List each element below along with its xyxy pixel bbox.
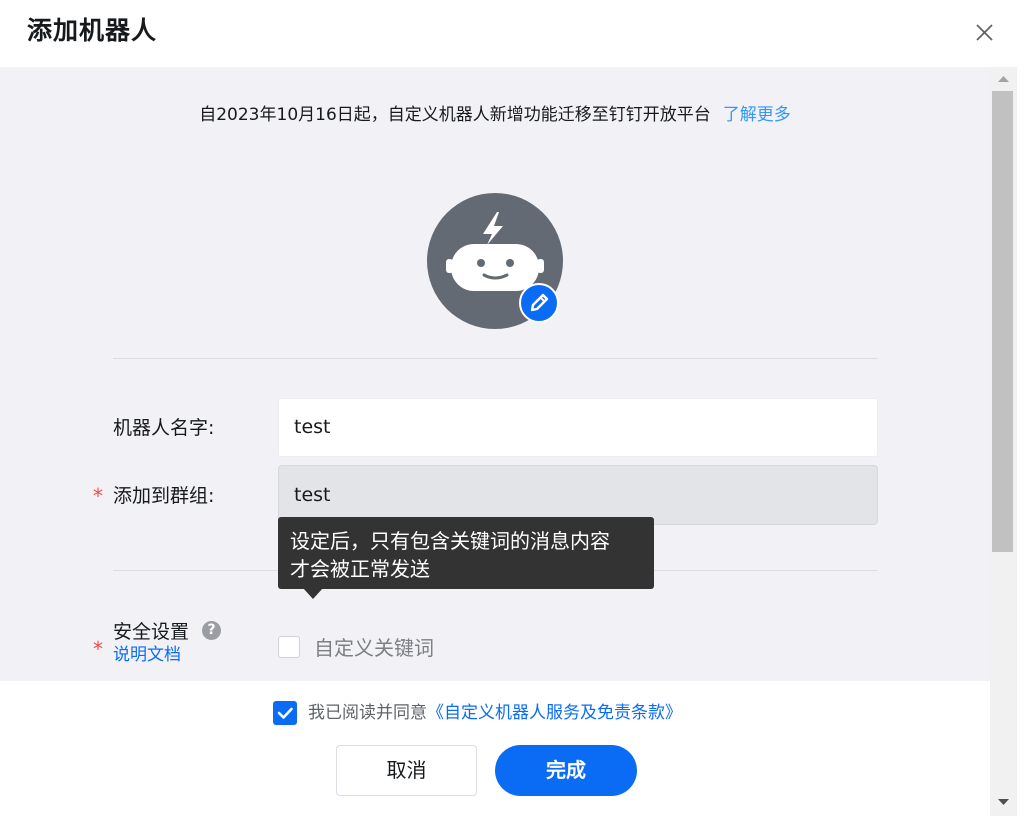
security-settings-label: 安全设置 (113, 621, 190, 643)
dialog-body: 自2023年10月16日起，自定义机器人新增功能迁移至钉钉开放平台 了解更多 机… (0, 67, 990, 681)
checkmark-icon (277, 707, 293, 719)
add-robot-dialog: 添加机器人 自2023年10月16日起，自定义机器人新增功能迁移至钉钉开放平台了… (0, 0, 1024, 816)
custom-keyword-label: 自定义关键词 (314, 636, 434, 660)
tooltip-line: 才会被正常发送 (290, 557, 430, 581)
edit-avatar-button[interactable] (519, 283, 559, 323)
documentation-link[interactable]: 说明文档 (113, 643, 181, 667)
notice-text: 自2023年10月16日起，自定义机器人新增功能迁移至钉钉开放平台 (199, 105, 711, 125)
dialog-footer: 我已阅读并同意《自定义机器人服务及免责条款》 取消 完成 (0, 681, 990, 816)
tooltip-line: 设定后，只有包含关键词的消息内容 (290, 529, 610, 553)
scrollbar-thumb[interactable] (992, 91, 1013, 552)
close-button[interactable] (966, 14, 1002, 50)
robot-name-input[interactable]: test (278, 398, 878, 457)
scroll-down-button[interactable] (990, 792, 1017, 814)
required-mark: * (93, 484, 103, 508)
close-icon (976, 24, 993, 41)
robot-name-label: 机器人名字: (113, 417, 215, 439)
required-mark: * (93, 637, 103, 661)
agree-terms-text: 我已阅读并同意《自定义机器人服务及免责条款》 (308, 700, 682, 726)
group-select[interactable]: test (278, 465, 878, 525)
triangle-up-icon (998, 76, 1009, 82)
dialog-title: 添加机器人 (27, 16, 158, 45)
learn-more-link[interactable]: 了解更多 (723, 105, 791, 125)
migration-notice: 自2023年10月16日起，自定义机器人新增功能迁移至钉钉开放平台 了解更多 (0, 100, 990, 130)
tooltip-arrow (303, 588, 323, 599)
pencil-icon (530, 293, 549, 312)
cancel-button[interactable]: 取消 (336, 745, 477, 796)
agree-terms-checkbox[interactable] (273, 701, 297, 725)
scroll-up-button[interactable] (990, 67, 1017, 89)
dialog-header: 添加机器人 (0, 0, 1024, 66)
robot-avatar-area (427, 193, 563, 329)
question-mark-icon[interactable]: ? (202, 621, 221, 640)
custom-keyword-checkbox[interactable] (278, 636, 300, 658)
terms-link[interactable]: 《自定义机器人服务及免责条款》 (427, 703, 682, 723)
done-button[interactable]: 完成 (495, 745, 637, 796)
window-edge (1017, 0, 1024, 816)
group-label: 添加到群组: (113, 485, 215, 507)
keyword-tooltip: 设定后，只有包含关键词的消息内容 才会被正常发送 (278, 517, 654, 589)
triangle-down-icon (998, 799, 1009, 805)
vertical-scrollbar[interactable] (990, 67, 1017, 816)
agree-text: 我已阅读并同意 (308, 703, 427, 723)
section-divider (113, 358, 878, 359)
